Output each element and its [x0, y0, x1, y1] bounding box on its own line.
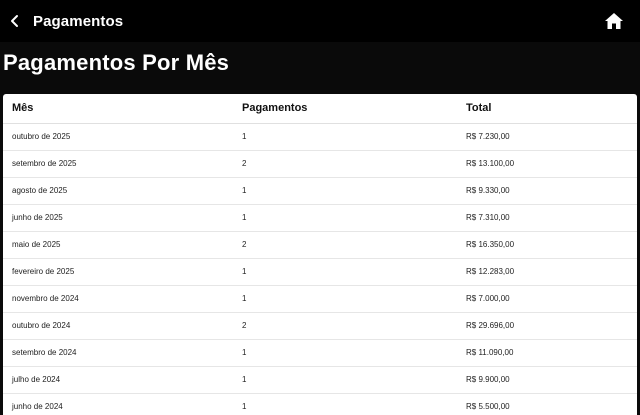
cell-payments: 2 [233, 231, 457, 259]
column-header-total[interactable]: Total [457, 94, 637, 124]
cell-total: R$ 12.283,00 [457, 258, 637, 286]
payments-table-card: Mês Pagamentos Total outubro de 2025 1 R$ … [3, 94, 637, 415]
table-row[interactable]: junho de 2024 1 R$ 5.500,00 [3, 393, 637, 415]
cell-month: junho de 2025 [3, 204, 233, 232]
cell-month: agosto de 2025 [3, 177, 233, 205]
cell-total: R$ 7.000,00 [457, 285, 637, 313]
cell-total: R$ 13.100,00 [457, 150, 637, 178]
cell-total: R$ 7.230,00 [457, 123, 637, 151]
cell-total: R$ 16.350,00 [457, 231, 637, 259]
cell-month: junho de 2024 [3, 393, 233, 415]
table-row[interactable]: setembro de 2024 1 R$ 11.090,00 [3, 339, 637, 367]
cell-payments: 1 [233, 258, 457, 286]
cell-month: outubro de 2025 [3, 123, 233, 151]
column-header-month[interactable]: Mês [3, 94, 233, 124]
back-button[interactable] [0, 0, 30, 42]
cell-total: R$ 29.696,00 [457, 312, 637, 340]
table-row[interactable]: novembro de 2024 1 R$ 7.000,00 [3, 285, 637, 313]
app-bar-title: Pagamentos [33, 12, 124, 30]
cell-month: setembro de 2025 [3, 150, 233, 178]
cell-payments: 1 [233, 123, 457, 151]
cell-total: R$ 9.900,00 [457, 366, 637, 394]
cell-total: R$ 7.310,00 [457, 204, 637, 232]
table-row[interactable]: junho de 2025 1 R$ 7.310,00 [3, 204, 637, 232]
cell-total: R$ 11.090,00 [457, 339, 637, 367]
cell-payments: 1 [233, 366, 457, 394]
home-icon [605, 13, 623, 29]
cell-month: maio de 2025 [3, 231, 233, 259]
cell-month: setembro de 2024 [3, 339, 233, 367]
table-header-row: Mês Pagamentos Total [3, 94, 637, 124]
table-row[interactable]: maio de 2025 2 R$ 16.350,00 [3, 231, 637, 259]
table-row[interactable]: setembro de 2025 2 R$ 13.100,00 [3, 150, 637, 178]
table-row[interactable]: fevereiro de 2025 1 R$ 12.283,00 [3, 258, 637, 286]
cell-month: fevereiro de 2025 [3, 258, 233, 286]
cell-month: julho de 2024 [3, 366, 233, 394]
cell-payments: 1 [233, 393, 457, 415]
cell-payments: 2 [233, 150, 457, 178]
page-title: Pagamentos Por Mês [3, 50, 230, 75]
cell-month: outubro de 2024 [3, 312, 233, 340]
column-header-payments[interactable]: Pagamentos [233, 94, 457, 124]
cell-month: novembro de 2024 [3, 285, 233, 313]
cell-total: R$ 9.330,00 [457, 177, 637, 205]
cell-payments: 1 [233, 339, 457, 367]
chevron-left-icon [11, 15, 18, 27]
table-row[interactable]: outubro de 2024 2 R$ 29.696,00 [3, 312, 637, 340]
table-row[interactable]: agosto de 2025 1 R$ 9.330,00 [3, 177, 637, 205]
payments-table: Mês Pagamentos Total outubro de 2025 1 R$ … [3, 94, 637, 415]
table-row[interactable]: outubro de 2025 1 R$ 7.230,00 [3, 123, 637, 151]
cell-payments: 2 [233, 312, 457, 340]
home-button[interactable] [602, 9, 626, 33]
cell-total: R$ 5.500,00 [457, 393, 637, 415]
cell-payments: 1 [233, 285, 457, 313]
table-row[interactable]: julho de 2024 1 R$ 9.900,00 [3, 366, 637, 394]
cell-payments: 1 [233, 177, 457, 205]
app-bar: Pagamentos [0, 0, 640, 42]
cell-payments: 1 [233, 204, 457, 232]
